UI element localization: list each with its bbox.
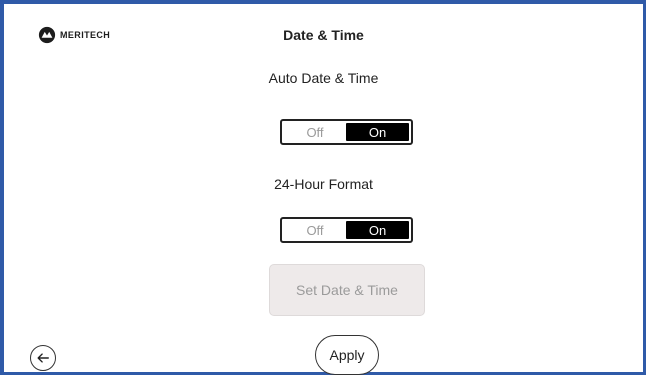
auto-date-time-toggle[interactable]: Off On (280, 119, 413, 145)
auto-date-time-label: Auto Date & Time (268, 70, 379, 86)
apply-button[interactable]: Apply (315, 335, 379, 375)
app-window: MERITECH Date & Time Auto Date & Time Of… (0, 0, 646, 375)
hour-format-off-option[interactable]: Off (284, 221, 346, 239)
hour-format-on-option[interactable]: On (346, 221, 409, 239)
page-title: Date & Time (283, 27, 364, 43)
set-date-time-button[interactable]: Set Date & Time (269, 264, 425, 316)
back-button[interactable] (30, 345, 56, 371)
hour-format-label: 24-Hour Format (274, 176, 373, 192)
auto-date-time-off-option[interactable]: Off (284, 123, 346, 141)
auto-date-time-on-option[interactable]: On (346, 123, 409, 141)
hour-format-toggle[interactable]: Off On (280, 217, 413, 243)
arrow-left-icon (37, 353, 49, 363)
